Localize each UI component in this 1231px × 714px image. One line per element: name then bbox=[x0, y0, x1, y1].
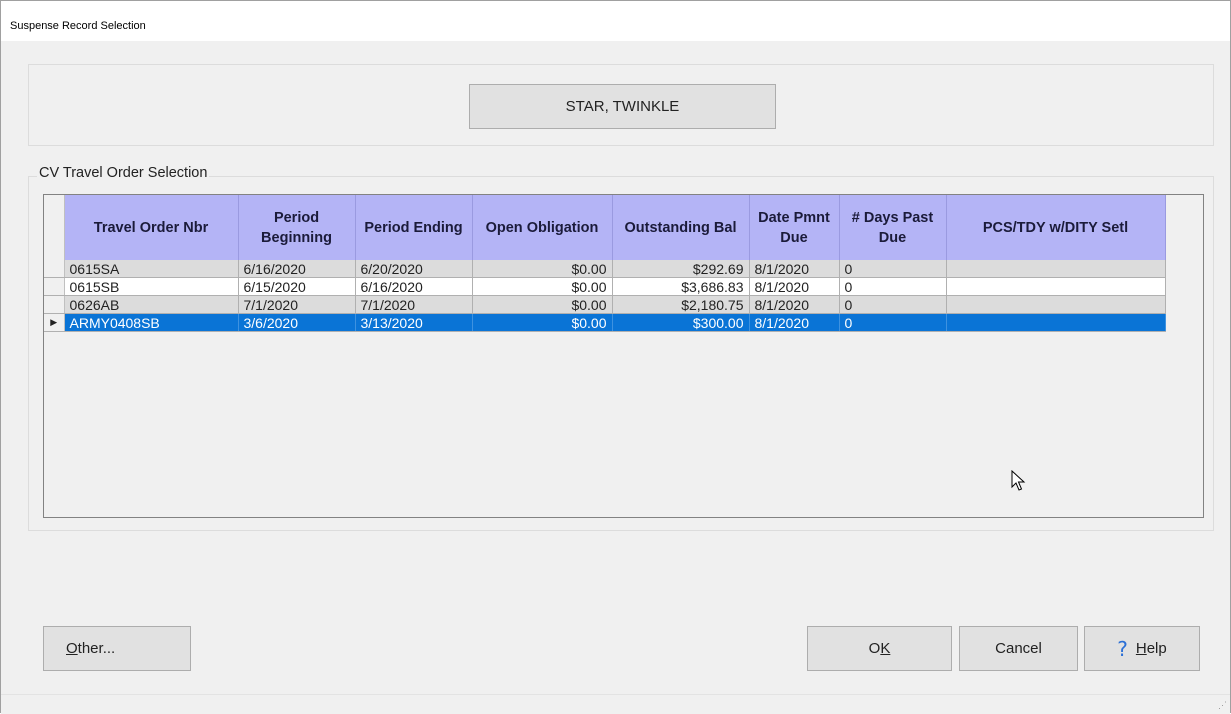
title-bar: Suspense Record Selection bbox=[1, 1, 1230, 41]
help-icon: ? bbox=[1117, 636, 1128, 661]
ok-button-label: OK bbox=[869, 640, 891, 657]
table-row[interactable]: 0626AB 7/1/2020 7/1/2020 $0.00 $2,180.75… bbox=[44, 295, 1166, 314]
cell-period-beginning[interactable]: 3/6/2020 bbox=[238, 313, 356, 332]
ok-button-label-prefix: O bbox=[868, 640, 881, 657]
column-header-travel-order-nbr[interactable]: Travel Order Nbr bbox=[64, 195, 239, 260]
cell-date-pmnt-due[interactable]: 8/1/2020 bbox=[749, 260, 840, 278]
cell-travel-order[interactable]: 0626AB bbox=[64, 295, 239, 314]
cell-open-obligation[interactable]: $0.00 bbox=[472, 260, 613, 278]
table-row-selected[interactable]: ▶ ARMY0408SB 3/6/2020 3/13/2020 $0.00 $3… bbox=[44, 313, 1166, 332]
cell-period-beginning[interactable]: 6/16/2020 bbox=[238, 260, 356, 278]
cell-days-past-due[interactable]: 0 bbox=[839, 277, 947, 296]
resize-grip-icon[interactable]: ⋰ bbox=[1218, 700, 1227, 711]
cell-travel-order[interactable]: 0615SA bbox=[64, 260, 239, 278]
window-title: Suspense Record Selection bbox=[10, 20, 146, 32]
ok-button-mnemonic: K bbox=[880, 640, 891, 657]
column-header-date-pmnt-due[interactable]: Date Pmnt Due bbox=[749, 195, 840, 260]
cell-days-past-due[interactable]: 0 bbox=[839, 260, 947, 278]
dialog-window: Suspense Record Selection STAR, TWINKLE … bbox=[0, 0, 1231, 714]
table-row[interactable]: 0615SA 6/16/2020 6/20/2020 $0.00 $292.69… bbox=[44, 260, 1166, 278]
mouse-pointer-icon bbox=[1011, 470, 1026, 491]
other-button[interactable]: Other... bbox=[43, 626, 191, 671]
ok-button[interactable]: OK bbox=[807, 626, 952, 671]
travel-order-table: Travel Order Nbr Period Beginning Period… bbox=[44, 195, 1166, 332]
cell-open-obligation[interactable]: $0.00 bbox=[472, 277, 613, 296]
cell-period-ending[interactable]: 7/1/2020 bbox=[355, 295, 473, 314]
cell-pcs-tdy-setl[interactable] bbox=[946, 295, 1166, 314]
member-name-button[interactable]: STAR, TWINKLE bbox=[469, 84, 776, 129]
help-button-mnemonic: H bbox=[1135, 640, 1147, 657]
help-button-label: Help bbox=[1136, 640, 1167, 657]
column-header-days-past-due[interactable]: # Days Past Due bbox=[839, 195, 947, 260]
table-row[interactable]: 0615SB 6/15/2020 6/16/2020 $0.00 $3,686.… bbox=[44, 277, 1166, 296]
cell-pcs-tdy-setl[interactable] bbox=[946, 260, 1166, 278]
cell-outstanding-bal[interactable]: $2,180.75 bbox=[612, 295, 750, 314]
current-row-indicator-icon[interactable]: ▶ bbox=[44, 313, 65, 332]
other-button-mnemonic: O bbox=[66, 640, 78, 657]
cell-period-ending[interactable]: 6/16/2020 bbox=[355, 277, 473, 296]
cell-days-past-due[interactable]: 0 bbox=[839, 313, 947, 332]
cell-date-pmnt-due[interactable]: 8/1/2020 bbox=[749, 313, 840, 332]
help-button-label-rest: elp bbox=[1146, 640, 1167, 657]
cell-period-ending[interactable]: 3/13/2020 bbox=[355, 313, 473, 332]
travel-order-grid[interactable]: Travel Order Nbr Period Beginning Period… bbox=[43, 194, 1204, 518]
status-bar: ⋰ bbox=[1, 694, 1230, 714]
cell-outstanding-bal[interactable]: $292.69 bbox=[612, 260, 750, 278]
cancel-button-label: Cancel bbox=[995, 640, 1042, 657]
cell-days-past-due[interactable]: 0 bbox=[839, 295, 947, 314]
cell-open-obligation[interactable]: $0.00 bbox=[472, 295, 613, 314]
row-header[interactable] bbox=[44, 277, 65, 296]
cell-date-pmnt-due[interactable]: 8/1/2020 bbox=[749, 277, 840, 296]
column-header-outstanding-bal[interactable]: Outstanding Bal bbox=[612, 195, 750, 260]
cell-outstanding-bal[interactable]: $300.00 bbox=[612, 313, 750, 332]
cell-date-pmnt-due[interactable]: 8/1/2020 bbox=[749, 295, 840, 314]
cell-pcs-tdy-setl[interactable] bbox=[946, 277, 1166, 296]
other-button-label: Other... bbox=[66, 640, 115, 657]
cell-travel-order[interactable]: 0615SB bbox=[64, 277, 239, 296]
cell-travel-order[interactable]: ARMY0408SB bbox=[64, 313, 239, 332]
column-header-period-beginning[interactable]: Period Beginning bbox=[238, 195, 356, 260]
help-button[interactable]: ? Help bbox=[1084, 626, 1200, 671]
groupbox-label: CV Travel Order Selection bbox=[37, 165, 210, 181]
cell-period-beginning[interactable]: 7/1/2020 bbox=[238, 295, 356, 314]
cell-outstanding-bal[interactable]: $3,686.83 bbox=[612, 277, 750, 296]
cell-pcs-tdy-setl[interactable] bbox=[946, 313, 1166, 332]
cancel-button[interactable]: Cancel bbox=[959, 626, 1078, 671]
column-header-pcs-tdy-setl[interactable]: PCS/TDY w/DITY Setl bbox=[946, 195, 1166, 260]
cell-open-obligation[interactable]: $0.00 bbox=[472, 313, 613, 332]
cell-period-beginning[interactable]: 6/15/2020 bbox=[238, 277, 356, 296]
grid-header-row: Travel Order Nbr Period Beginning Period… bbox=[44, 195, 1166, 260]
row-header[interactable] bbox=[44, 295, 65, 314]
other-button-label-rest: ther... bbox=[77, 640, 116, 657]
row-header[interactable] bbox=[44, 260, 65, 278]
column-header-open-obligation[interactable]: Open Obligation bbox=[472, 195, 613, 260]
column-header-period-ending[interactable]: Period Ending bbox=[355, 195, 473, 260]
row-header-corner bbox=[44, 195, 65, 260]
cell-period-ending[interactable]: 6/20/2020 bbox=[355, 260, 473, 278]
